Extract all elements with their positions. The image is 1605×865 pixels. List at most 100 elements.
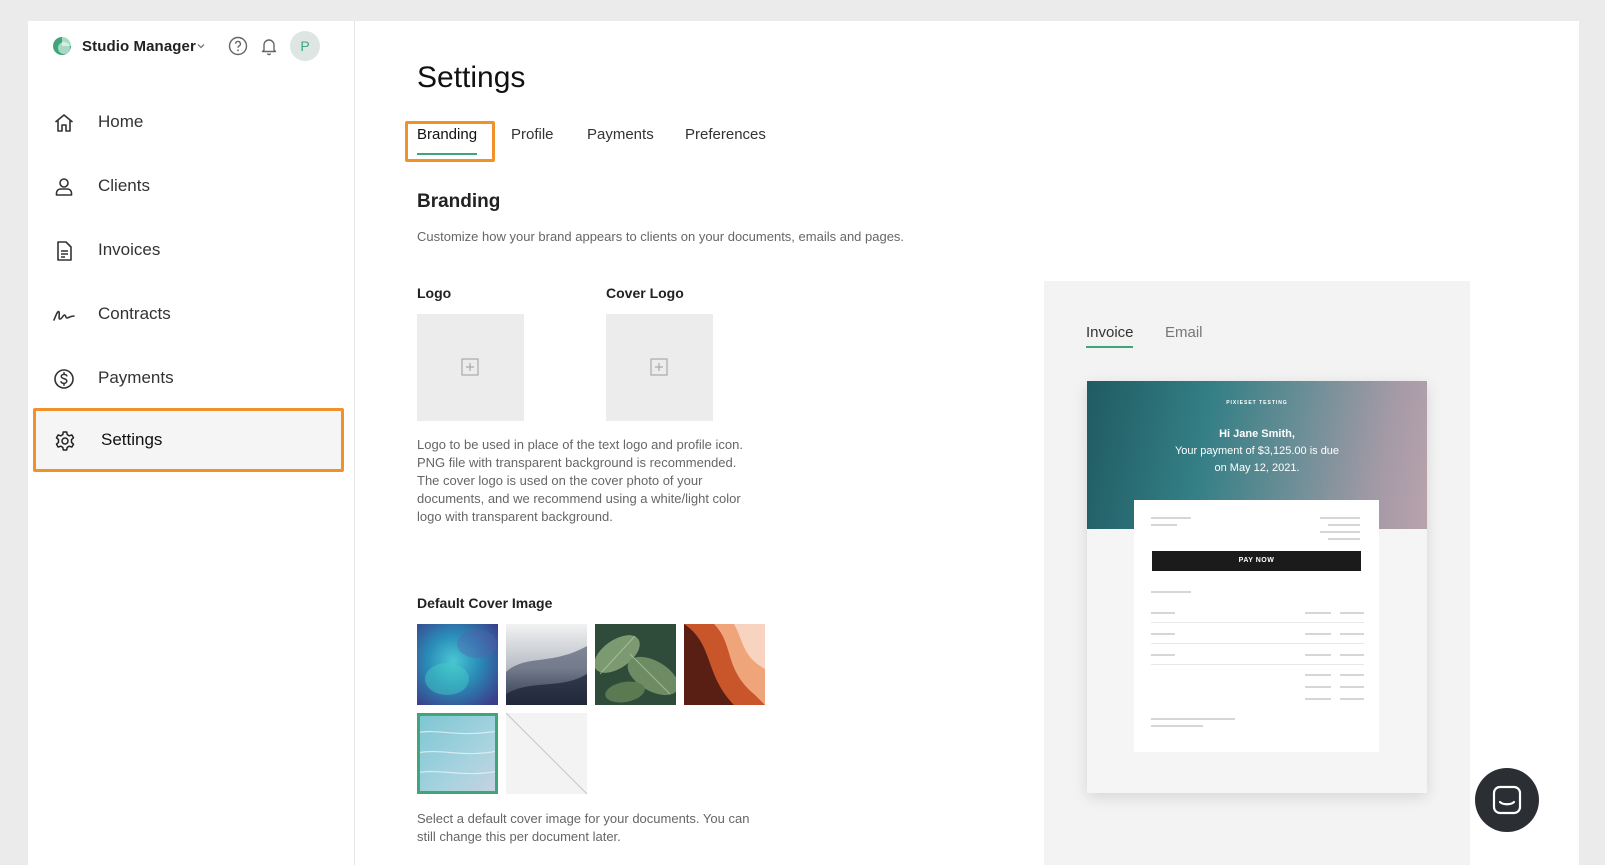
placeholder-line (1151, 725, 1203, 727)
sidebar: Studio Manager P Home Clients Invoices C… (28, 21, 355, 865)
cover-help-text: Select a default cover image for your do… (417, 810, 749, 846)
invoice-card: PAY NOW (1134, 500, 1379, 752)
placeholder-line (1340, 654, 1364, 656)
sidebar-item-label: Clients (98, 176, 150, 195)
sidebar-item-home[interactable]: Home (28, 90, 345, 154)
placeholder-line (1305, 698, 1331, 700)
add-icon (461, 358, 479, 376)
preview-greeting: Hi Jane Smith, (1219, 428, 1295, 440)
sidebar-item-invoices[interactable]: Invoices (28, 218, 345, 282)
sidebar-item-label: Invoices (98, 240, 161, 259)
chevron-down-icon[interactable] (195, 40, 207, 52)
sidebar-item-label: Payments (98, 368, 174, 387)
add-icon (650, 358, 668, 376)
placeholder-line (1340, 674, 1364, 676)
page-title: Settings (417, 61, 526, 94)
active-tab-indicator (417, 153, 477, 155)
brand-logo-icon (53, 37, 71, 55)
placeholder-line (1151, 517, 1191, 519)
placeholder-line (1328, 538, 1360, 540)
placeholder-line (1305, 612, 1331, 614)
placeholder-line (1151, 524, 1177, 526)
cover-option-blue-blur[interactable] (417, 624, 498, 705)
document-icon (57, 241, 72, 261)
tab-branding[interactable]: Branding (417, 126, 478, 155)
logo-label: Logo (417, 285, 452, 301)
chat-icon (1492, 785, 1522, 815)
cover-option-green-leaves[interactable] (595, 624, 676, 705)
tab-preferences[interactable]: Preferences (685, 126, 766, 143)
placeholder-line (1305, 654, 1331, 656)
help-line: still change this per document later. (417, 829, 621, 844)
placeholder-line (1305, 633, 1331, 635)
sidebar-item-clients[interactable]: Clients (28, 154, 345, 218)
placeholder-line (1151, 654, 1175, 656)
placeholder-line (1305, 686, 1331, 688)
invoice-preview: PIXIESET TESTING Hi Jane Smith, Your pay… (1087, 381, 1427, 793)
studio-switcher[interactable]: Studio Manager (82, 38, 196, 55)
sidebar-item-label: Settings (101, 430, 163, 449)
divider (1151, 622, 1364, 623)
cover-option-sand-dunes[interactable] (506, 624, 587, 705)
logo-help-text: Logo to be used in place of the text log… (417, 436, 743, 526)
placeholder-line (1340, 686, 1364, 688)
user-icon (55, 178, 73, 196)
divider (1151, 643, 1364, 644)
placeholder-line (1151, 612, 1175, 614)
sidebar-item-payments[interactable]: Payments (28, 346, 345, 410)
sidebar-item-label: Home (98, 112, 144, 131)
help-line: The cover logo is used on the cover phot… (417, 473, 703, 488)
app-window: Studio Manager P Home Clients Invoices C… (28, 21, 1579, 865)
placeholder-line (1340, 633, 1364, 635)
preview-panel: Invoice Email PIXIESET TESTING Hi Jane S… (1044, 281, 1470, 865)
placeholder-line (1151, 633, 1175, 635)
placeholder-line (1340, 698, 1364, 700)
placeholder-line (1320, 517, 1360, 519)
placeholder-line (1151, 718, 1235, 720)
divider (1151, 664, 1364, 665)
help-line: logo with transparent background. (417, 509, 613, 524)
preview-message: on May 12, 2021. (1214, 462, 1300, 474)
sidebar-item-label: Contracts (98, 304, 171, 323)
sidebar-item-settings[interactable]: Settings (33, 408, 344, 472)
cover-image-label: Default Cover Image (417, 595, 553, 611)
preview-brand-text: PIXIESET TESTING (1226, 400, 1288, 406)
cover-option-none[interactable] (506, 713, 587, 794)
home-icon (54, 114, 74, 132)
placeholder-line (1320, 531, 1360, 533)
bell-icon[interactable] (258, 35, 280, 57)
main-content: Settings Branding Profile Payments Prefe… (356, 21, 1579, 865)
help-line: Logo to be used in place of the text log… (417, 437, 743, 452)
brand-row: Studio Manager P (28, 21, 355, 73)
cover-option-ocean-sand[interactable] (417, 713, 498, 794)
tab-label: Branding (417, 126, 478, 143)
cover-logo-upload[interactable] (606, 314, 713, 421)
preview-tab-email[interactable]: Email (1165, 324, 1203, 341)
placeholder-line (1328, 524, 1360, 526)
help-line: PNG file with transparent background is … (417, 455, 737, 470)
active-preview-tab-indicator (1086, 346, 1133, 348)
help-line: Select a default cover image for your do… (417, 811, 750, 826)
avatar[interactable]: P (290, 31, 320, 61)
placeholder-line (1340, 612, 1364, 614)
cover-option-orange-canyon[interactable] (684, 624, 765, 705)
cover-image-grid (417, 624, 777, 796)
placeholder-line (1305, 674, 1331, 676)
chat-launcher-button[interactable] (1475, 768, 1539, 832)
signature-icon (53, 310, 75, 321)
logo-upload[interactable] (417, 314, 524, 421)
tab-payments[interactable]: Payments (587, 126, 654, 143)
placeholder-line (1151, 591, 1191, 593)
pay-now-button: PAY NOW (1152, 551, 1361, 571)
section-description: Customize how your brand appears to clie… (417, 229, 905, 244)
help-line: documents, and we recommend using a whit… (417, 491, 741, 506)
gear-icon (55, 431, 75, 451)
tab-profile[interactable]: Profile (511, 126, 554, 143)
sidebar-item-contracts[interactable]: Contracts (28, 282, 345, 346)
section-title: Branding (417, 191, 501, 212)
dollar-circle-icon (54, 369, 74, 389)
preview-message: Your payment of $3,125.00 is due (1174, 445, 1340, 457)
preview-tab-invoice[interactable]: Invoice (1086, 324, 1134, 341)
help-icon[interactable] (227, 35, 249, 57)
cover-logo-label: Cover Logo (606, 285, 684, 301)
